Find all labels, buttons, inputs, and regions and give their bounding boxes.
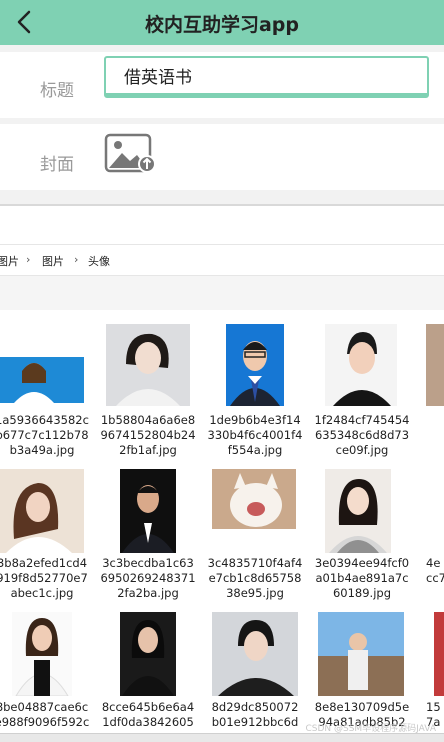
- file-name[interactable]: cc7: [426, 571, 444, 586]
- breadcrumb-item[interactable]: 图片: [42, 253, 64, 269]
- file-thumbnail[interactable]: [212, 469, 296, 529]
- dialog-titlebar: [0, 206, 444, 244]
- page-title: 校内互助学习app: [144, 14, 300, 36]
- image-upload-icon[interactable]: [104, 133, 156, 175]
- file-name[interactable]: 8cce645b6e6a4 1df0da3842605: [88, 700, 208, 730]
- file-name[interactable]: 3c4835710f4af4 e7cb1c8d65758 38e95.jpg: [195, 556, 315, 601]
- file-thumbnail[interactable]: [212, 612, 298, 696]
- file-name[interactable]: 1de9b6b4e3f14 330b4f6c4001f4 f554a.jpg: [195, 413, 315, 458]
- status-bar: [0, 733, 444, 742]
- file-grid: 1a5936643582c b677c7c112b78 b3a49a.jpg 1…: [0, 310, 444, 742]
- breadcrumb-item[interactable]: 图片: [0, 253, 19, 269]
- file-name[interactable]: 3b8a2efed1cd4 919f8d52770e7 abec1c.jpg: [0, 556, 102, 601]
- file-name[interactable]: 3e0394ee94fcf0 a01b4ae891a7c 60189.jpg: [302, 556, 422, 601]
- file-name[interactable]: 15: [426, 700, 444, 715]
- breadcrumb-item[interactable]: 头像: [88, 253, 110, 269]
- chevron-right-icon: ›: [74, 253, 79, 266]
- file-thumbnail[interactable]: [0, 357, 84, 403]
- file-thumbnail[interactable]: [12, 612, 72, 696]
- app-header: 校内互助学习app: [0, 0, 444, 45]
- file-name[interactable]: 8be04887cae6c e988f9096f592c: [0, 700, 102, 730]
- file-thumbnail[interactable]: [325, 324, 397, 406]
- cover-row: 封面: [0, 124, 444, 190]
- title-input[interactable]: [104, 56, 429, 98]
- dialog-toolbar: [0, 276, 444, 310]
- file-thumbnail[interactable]: [106, 324, 190, 406]
- file-thumbnail[interactable]: [226, 324, 284, 406]
- title-label: 标题: [40, 81, 74, 101]
- file-name[interactable]: 8d29dc850072 b01e912bbc6d: [195, 700, 315, 730]
- file-name[interactable]: 1b58804a6a6e8 9674152804b24 2fb1af.jpg: [88, 413, 208, 458]
- cover-label: 封面: [40, 155, 74, 175]
- file-thumbnail[interactable]: [120, 469, 176, 553]
- file-picker-dialog: 图片 › 图片 › 头像: [0, 204, 444, 742]
- file-name[interactable]: 1a5936643582c b677c7c112b78 b3a49a.jpg: [0, 413, 102, 458]
- file-thumbnail[interactable]: [120, 612, 176, 696]
- file-thumbnail[interactable]: [318, 612, 404, 696]
- file-thumbnail[interactable]: [434, 612, 444, 696]
- file-thumbnail[interactable]: [426, 324, 444, 406]
- watermark: CSDN @SSM毕设程序源码JAVA: [305, 724, 436, 734]
- chevron-right-icon: ›: [26, 253, 31, 266]
- breadcrumb[interactable]: 图片 › 图片 › 头像: [0, 244, 444, 276]
- title-row: 标题: [0, 52, 444, 118]
- file-name[interactable]: 4e: [426, 556, 444, 571]
- file-name[interactable]: 3c3becdba1c63 6950269248371 2fa2ba.jpg: [88, 556, 208, 601]
- file-name[interactable]: 1f2484cf745454 635348c6d8d73 ce09f.jpg: [302, 413, 422, 458]
- file-thumbnail[interactable]: [325, 469, 391, 553]
- file-thumbnail[interactable]: [0, 469, 84, 553]
